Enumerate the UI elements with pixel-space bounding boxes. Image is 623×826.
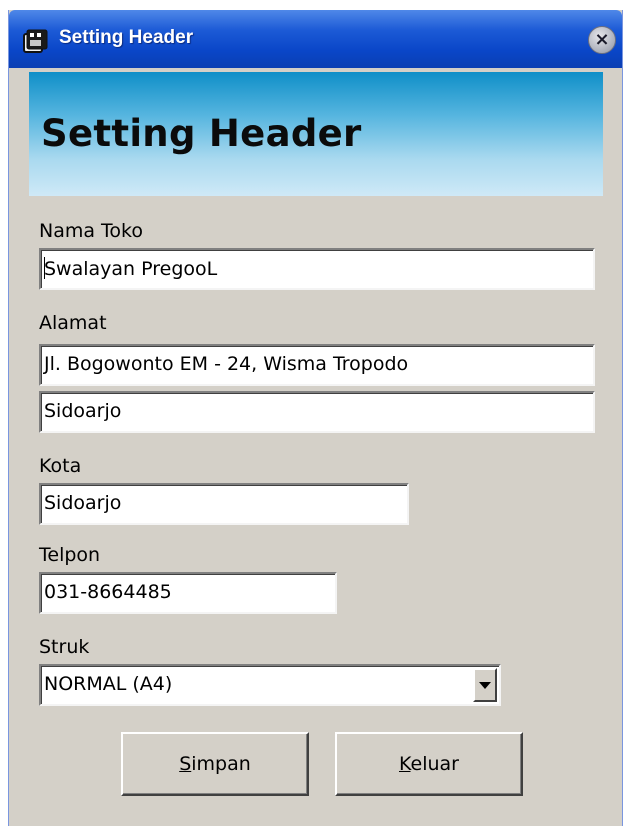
keluar-button[interactable]: Keluar xyxy=(335,732,523,796)
chevron-down-icon[interactable] xyxy=(473,668,497,702)
alamat-line2-input[interactable]: Sidoarjo xyxy=(39,391,595,433)
simpan-label: impan xyxy=(191,753,251,775)
nama-toko-value: Swalayan PregooL xyxy=(44,258,218,280)
nama-toko-input[interactable]: Swalayan PregooL xyxy=(39,248,595,290)
label-struk: Struk xyxy=(39,636,90,658)
struk-select[interactable]: NORMAL (A4) xyxy=(39,664,501,706)
simpan-button[interactable]: Simpan xyxy=(121,732,309,796)
window-title: Setting Header xyxy=(59,27,194,48)
alamat-line2-value: Sidoarjo xyxy=(44,400,122,422)
kota-input[interactable]: Sidoarjo xyxy=(39,483,409,525)
keluar-label: eluar xyxy=(410,753,459,775)
label-alamat: Alamat xyxy=(39,312,107,334)
simpan-mnemonic: S xyxy=(179,753,192,775)
banner-title: Setting Header xyxy=(41,112,362,155)
label-telpon: Telpon xyxy=(39,544,101,566)
telpon-value: 031-8664485 xyxy=(44,581,172,603)
alamat-line1-input[interactable]: Jl. Bogowonto EM - 24, Wisma Tropodo xyxy=(39,344,595,386)
telpon-input[interactable]: 031-8664485 xyxy=(39,572,337,614)
label-kota: Kota xyxy=(39,455,82,477)
setting-header-window: Setting Header × Setting Header Nama Tok… xyxy=(8,10,623,826)
alamat-line1-value: Jl. Bogowonto EM - 24, Wisma Tropodo xyxy=(44,353,409,375)
header-banner: Setting Header xyxy=(29,72,603,196)
film-reel-icon xyxy=(23,29,48,53)
struk-selected-value: NORMAL (A4) xyxy=(44,673,173,695)
close-icon[interactable]: × xyxy=(588,26,616,54)
label-nama-toko: Nama Toko xyxy=(39,220,143,242)
title-bar[interactable]: Setting Header × xyxy=(9,10,622,68)
keluar-mnemonic: K xyxy=(399,753,411,775)
kota-value: Sidoarjo xyxy=(44,492,122,514)
